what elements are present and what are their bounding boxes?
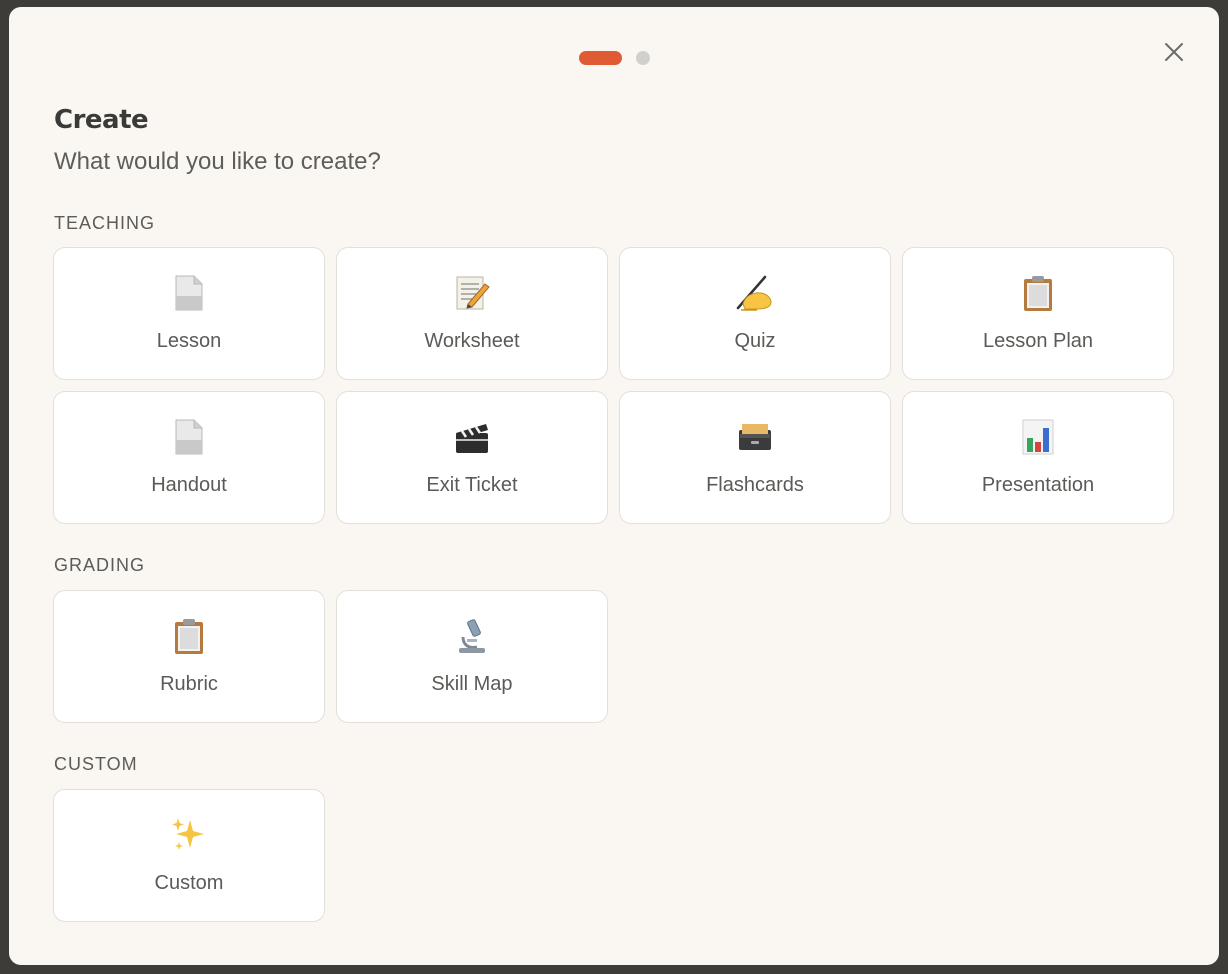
memo-icon bbox=[454, 274, 490, 312]
create-option-lesson[interactable]: Lesson bbox=[53, 247, 325, 380]
microscope-icon bbox=[455, 617, 489, 655]
create-option-worksheet[interactable]: Worksheet bbox=[336, 247, 608, 380]
page-icon bbox=[172, 418, 206, 456]
sparkles-icon bbox=[170, 816, 208, 854]
clipboard-icon bbox=[1021, 274, 1055, 312]
create-option-exit-ticket[interactable]: Exit Ticket bbox=[336, 391, 608, 524]
create-option-presentation[interactable]: Presentation bbox=[902, 391, 1174, 524]
create-option-rubric[interactable]: Rubric bbox=[53, 590, 325, 723]
option-label: Rubric bbox=[160, 673, 218, 695]
bar-chart-icon bbox=[1021, 418, 1055, 456]
page-dot-active[interactable] bbox=[578, 51, 622, 65]
create-option-quiz[interactable]: Quiz bbox=[619, 247, 891, 380]
create-option-lesson-plan[interactable]: Lesson Plan bbox=[902, 247, 1174, 380]
clipboard-icon bbox=[172, 617, 206, 655]
page-dot[interactable] bbox=[635, 51, 650, 65]
option-label: Handout bbox=[151, 474, 227, 496]
option-label: Worksheet bbox=[424, 330, 520, 352]
close-button[interactable] bbox=[1159, 37, 1189, 67]
option-label: Custom bbox=[154, 872, 224, 894]
section-label-teaching: TEACHING bbox=[54, 213, 156, 233]
dialog-title: Create bbox=[54, 105, 149, 135]
section-label-grading: GRADING bbox=[54, 555, 146, 575]
section-label-custom: CUSTOM bbox=[54, 754, 138, 774]
close-icon bbox=[1165, 43, 1183, 61]
option-label: Flashcards bbox=[706, 474, 804, 496]
option-label: Presentation bbox=[981, 474, 1095, 496]
option-label: Skill Map bbox=[431, 673, 513, 695]
option-label: Exit Ticket bbox=[426, 474, 518, 496]
card-file-box-icon bbox=[736, 418, 774, 456]
create-option-custom[interactable]: Custom bbox=[53, 789, 325, 922]
page-indicator bbox=[9, 51, 1219, 65]
create-option-skill-map[interactable]: Skill Map bbox=[336, 590, 608, 723]
teaching-grid: Lesson Worksheet Quiz Lesson Plan Handou… bbox=[53, 247, 1174, 524]
create-option-flashcards[interactable]: Flashcards bbox=[619, 391, 891, 524]
option-label: Lesson bbox=[156, 330, 222, 352]
custom-grid: Custom bbox=[53, 789, 1174, 922]
create-dialog: Create What would you like to create? TE… bbox=[9, 7, 1219, 965]
page-icon bbox=[172, 274, 206, 312]
option-label: Lesson Plan bbox=[982, 330, 1094, 352]
create-option-handout[interactable]: Handout bbox=[53, 391, 325, 524]
grading-grid: Rubric Skill Map bbox=[53, 590, 1174, 723]
clapper-board-icon bbox=[453, 418, 491, 456]
dialog-subtitle: What would you like to create? bbox=[54, 148, 381, 175]
writing-hand-icon bbox=[735, 274, 775, 312]
option-label: Quiz bbox=[734, 330, 776, 352]
